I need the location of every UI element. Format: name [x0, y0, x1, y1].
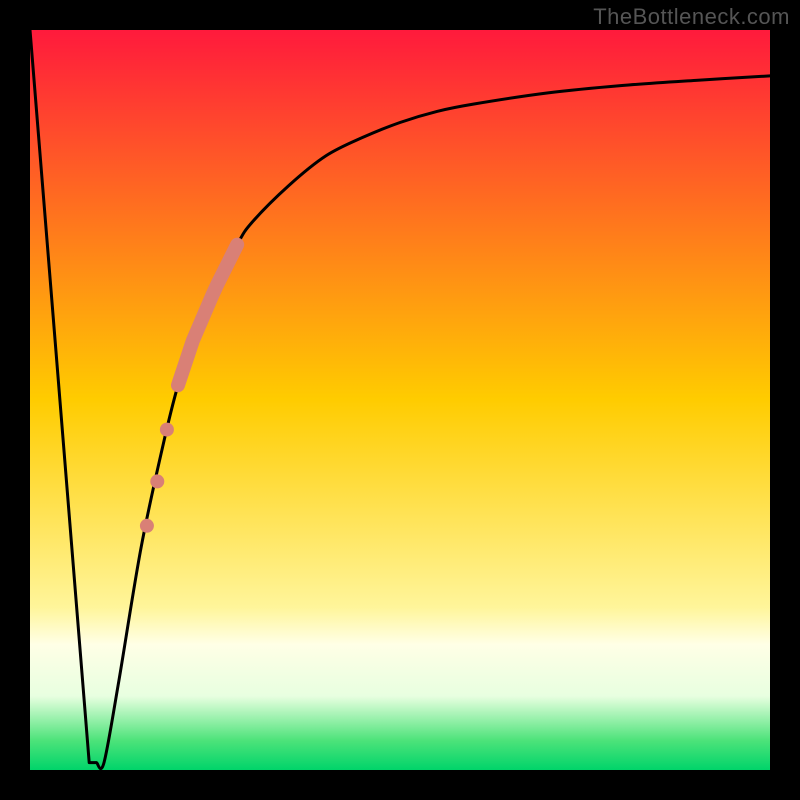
plot-area — [30, 30, 770, 770]
gradient-background — [30, 30, 770, 770]
attribution-label: TheBottleneck.com — [593, 4, 790, 30]
highlight-dot — [140, 519, 154, 533]
highlight-dot — [160, 423, 174, 437]
highlight-dot — [150, 474, 164, 488]
chart-frame: TheBottleneck.com — [0, 0, 800, 800]
bottleneck-chart — [0, 0, 800, 800]
